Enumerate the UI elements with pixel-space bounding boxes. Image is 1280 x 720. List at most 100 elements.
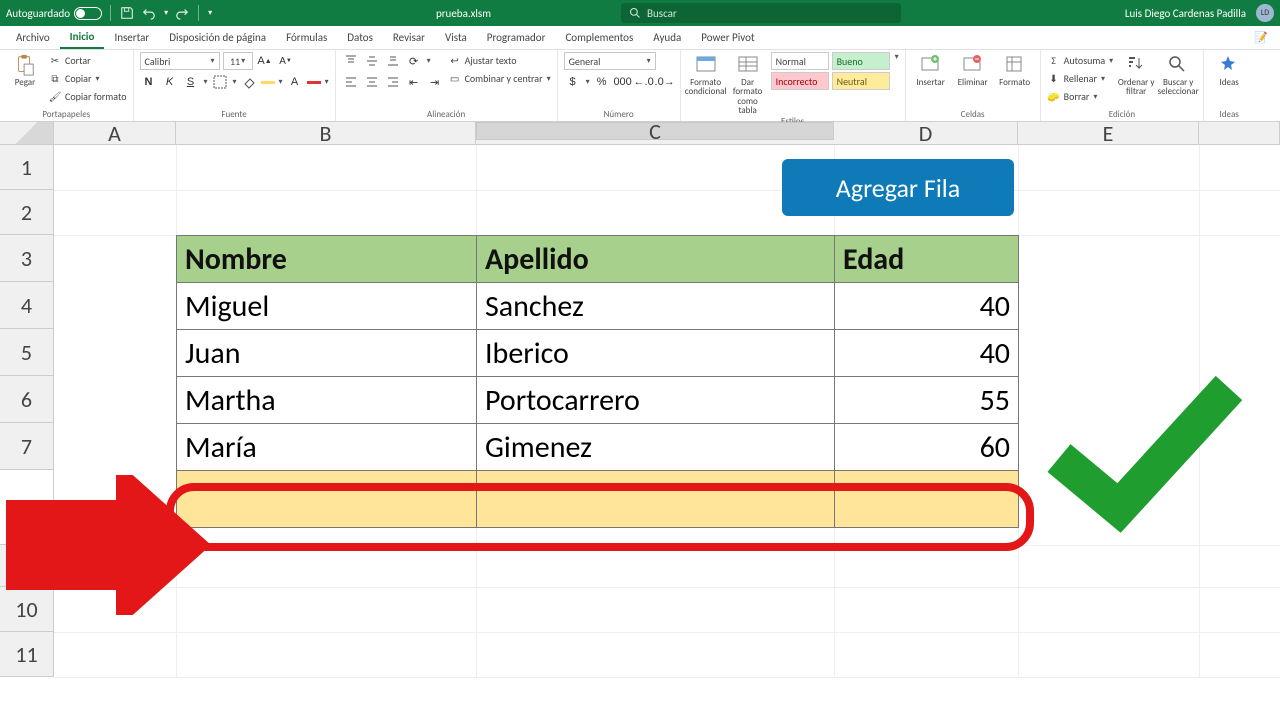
agregar-fila-button[interactable]: Agregar Fila [782,159,1014,216]
tab-revisar[interactable]: Revisar [383,26,435,49]
tab-datos[interactable]: Datos [337,26,383,49]
col-header-A[interactable]: A [54,122,176,144]
tab-powerpivot[interactable]: Power Pivot [691,26,764,49]
format-as-table-button[interactable]: Dar formato como tabla [729,52,767,116]
undo-icon[interactable] [141,5,157,21]
copy-button[interactable]: ⧉Copiar▾ [48,70,127,87]
col-header-B[interactable]: B [176,122,476,144]
style-bad[interactable]: Incorrecto [771,72,829,90]
style-normal[interactable]: Normal [771,52,829,70]
row-header-1[interactable]: 1 [0,145,54,190]
format-painter-button[interactable]: 🖌Copiar formato [48,88,127,105]
tab-disposicion[interactable]: Disposición de página [159,26,276,49]
align-bottom-button[interactable] [384,52,402,70]
paste-button[interactable]: Pegar [6,52,44,87]
fill-color-button[interactable] [240,73,258,91]
decrease-decimal-button[interactable]: .0→ [656,73,674,91]
row-header-6[interactable]: 6 [0,376,54,423]
conditional-format-button[interactable]: Formato condicional [687,52,725,97]
font-shrink-button[interactable]: A▼ [277,52,295,70]
font-name-select[interactable]: Calibri▾ [140,52,220,70]
cut-button[interactable]: ✂Cortar [48,52,127,69]
tab-archivo[interactable]: Archivo [6,26,60,49]
style-good[interactable]: Bueno [832,52,890,70]
style-neutral[interactable]: Neutral [832,72,890,90]
align-middle-button[interactable] [363,52,381,70]
header-edad[interactable]: Edad [835,236,1019,283]
select-all-corner[interactable] [0,122,54,144]
wrap-text-button[interactable]: ↩Ajustar texto [448,52,551,69]
tab-formulas[interactable]: Fórmulas [276,26,337,49]
comma-button[interactable]: 000 [614,73,632,91]
insert-icon [920,54,942,76]
user-name[interactable]: Luis Diego Cardenas Padilla [1125,7,1246,20]
indent-decrease-button[interactable]: ⇤ [405,73,423,91]
row-header-11[interactable]: 11 [0,632,54,677]
autosum-button[interactable]: ΣAutosuma▾ [1047,52,1114,69]
sort-filter-button[interactable]: Ordenar y filtrar [1117,52,1155,97]
format-cells-button[interactable]: Formato [996,52,1034,87]
redo-icon[interactable] [174,5,190,21]
delete-cells-button[interactable]: Eliminar [954,52,992,87]
currency-button[interactable]: $ [564,73,582,91]
styles-more-icon[interactable]: ▾ [895,52,899,62]
align-center-button[interactable] [363,73,381,91]
table-row[interactable]: Martha Portocarrero 55 [177,377,1019,424]
row-header-3[interactable]: 3 [0,235,54,282]
row-header-5[interactable]: 5 [0,329,54,376]
bold-button[interactable]: N [140,73,158,91]
tab-ayuda[interactable]: Ayuda [643,26,691,49]
new-empty-row[interactable] [177,471,1019,528]
row-header-2[interactable]: 2 [0,190,54,235]
search-icon [629,7,641,19]
align-left-button[interactable] [342,73,360,91]
fill-button[interactable]: ⬇Rellenar▾ [1047,70,1114,87]
cells-area[interactable]: Agregar Fila Nombre Apellido Edad Miguel… [54,145,1280,677]
font-color-button[interactable]: A [286,73,304,91]
ideas-button[interactable]: Ideas [1210,52,1248,87]
share-button[interactable]: 📝 [1248,31,1274,44]
group-clipboard: Pegar ✂Cortar ⧉Copiar▾ 🖌Copiar formato P… [0,50,134,121]
find-select-button[interactable]: Buscar y seleccionar [1159,52,1197,97]
percent-button[interactable]: % [593,73,611,91]
insert-cells-button[interactable]: Insertar [912,52,950,87]
underline-button[interactable]: S [182,73,200,91]
avatar[interactable]: LD [1256,4,1274,22]
wrap-icon: ↩ [448,54,462,68]
row-header-4[interactable]: 4 [0,282,54,329]
table-row[interactable]: Juan Iberico 40 [177,330,1019,377]
header-apellido[interactable]: Apellido [477,236,835,283]
tab-complementos[interactable]: Complementos [555,26,643,49]
header-nombre[interactable]: Nombre [177,236,477,283]
italic-button[interactable]: K [161,73,179,91]
tab-inicio[interactable]: Inicio [60,26,105,49]
search-input[interactable]: Buscar [621,3,901,23]
copy-icon: ⧉ [48,72,62,86]
worksheet[interactable]: A B C D E 1 2 3 4 5 6 7 9 10 11 [0,122,1280,677]
increase-decimal-button[interactable]: ←.0 [635,73,653,91]
table-row[interactable]: María Gimenez 60 [177,424,1019,471]
col-header-D[interactable]: D [834,122,1018,144]
align-right-button[interactable] [384,73,402,91]
align-top-button[interactable] [342,52,360,70]
clear-button[interactable]: 🧽Borrar▾ [1047,88,1114,105]
font-grow-button[interactable]: A▲ [256,52,274,70]
tab-programador[interactable]: Programador [477,26,556,49]
undo-dropdown-icon[interactable]: ▾ [164,8,168,18]
search-placeholder: Buscar [647,7,677,20]
tab-insertar[interactable]: Insertar [104,26,159,49]
row-header-7[interactable]: 7 [0,423,54,470]
orientation-button[interactable]: ⟳ [405,52,423,70]
col-header-C[interactable]: C [476,122,834,140]
table-row[interactable]: Miguel Sanchez 40 [177,283,1019,330]
number-format-select[interactable]: General▾ [564,52,656,70]
merge-center-button[interactable]: ▭Combinar y centrar▾ [448,70,551,87]
save-icon[interactable] [119,5,135,21]
autosave-toggle[interactable]: Autoguardado [6,7,102,20]
col-header-E[interactable]: E [1018,122,1199,144]
col-header-F[interactable] [1199,122,1280,144]
tab-vista[interactable]: Vista [435,26,477,49]
borders-button[interactable] [211,73,229,91]
font-size-select[interactable]: 11▾ [223,52,253,70]
indent-increase-button[interactable]: ⇥ [426,73,444,91]
